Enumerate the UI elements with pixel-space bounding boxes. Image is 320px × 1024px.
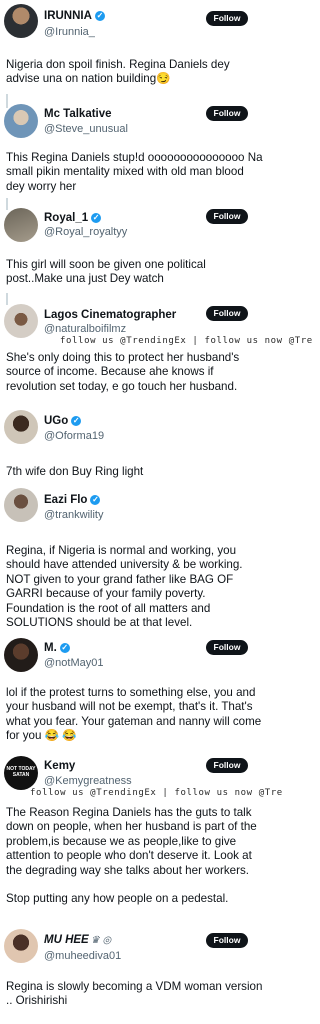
avatar[interactable] (4, 488, 38, 522)
display-name[interactable]: Royal_1 ✓ (44, 212, 102, 224)
handle[interactable]: @Royal_royaltyy (44, 226, 127, 238)
tweet: Eazi Flo ✓ @trankwility Regina, if Nigeri… (0, 486, 270, 634)
avatar-text: NOT TODAY SATAN (6, 766, 36, 778)
display-name[interactable]: MU HEE ♛ ◎ (44, 934, 111, 946)
tweet-text: lol if the protest turns to something el… (6, 686, 262, 743)
tweet: MU HEE ♛ ◎ @muheediva01 Follow Regina is … (0, 927, 270, 1024)
crown-icon: ♛ ◎ (90, 935, 112, 946)
tweet: M. ✓ @notMay01 Follow lol if the protest … (0, 634, 270, 744)
display-name[interactable]: M. ✓ (44, 642, 70, 654)
follow-button[interactable]: Follow (206, 933, 248, 948)
tweet-text: This Regina Daniels stup!d ooooooooooooo… (6, 151, 263, 193)
tweet-text: Regina is slowly becoming a VDM woman ve… (6, 980, 263, 1008)
tweet-text: Nigeria don spoil finish. Regina Daniels… (6, 58, 230, 86)
avatar[interactable] (4, 638, 38, 672)
tweet-text: This girl will soon be given one politic… (6, 258, 206, 286)
tweet-text: She's only doing this to protect her hus… (6, 351, 240, 393)
follow-button[interactable]: Follow (206, 209, 248, 224)
follow-button[interactable]: Follow (206, 11, 248, 26)
avatar[interactable] (4, 929, 38, 963)
handle[interactable]: @trankwility (44, 509, 103, 521)
handle[interactable]: @notMay01 (44, 657, 103, 669)
avatar[interactable] (4, 304, 38, 338)
tweet: Royal_1 ✓ @Royal_royaltyy Follow This gir… (0, 205, 270, 305)
verified-badge-icon: ✓ (71, 416, 82, 426)
watermark: follow us @TrendingEx | follow us now @T… (60, 336, 313, 346)
follow-button[interactable]: Follow (206, 106, 248, 121)
verified-badge-icon: ✓ (59, 643, 70, 653)
tweet: NOT TODAY SATAN Kemy @Kemygreatness Foll… (0, 752, 282, 922)
handle[interactable]: @Kemygreatness (44, 775, 132, 787)
avatar[interactable] (4, 208, 38, 242)
verified-badge-icon: ✓ (90, 495, 101, 505)
display-name[interactable]: Eazi Flo ✓ (44, 494, 101, 506)
display-name[interactable]: Lagos Cinematographer (44, 309, 176, 321)
display-name[interactable]: IRUNNIA ✓ (44, 10, 105, 22)
handle[interactable]: @Steve_unusual (44, 123, 128, 135)
tweet: Mc Talkative @Steve_unusual Follow This … (0, 100, 270, 210)
follow-button[interactable]: Follow (206, 758, 248, 773)
verified-badge-icon: ✓ (91, 213, 102, 223)
handle[interactable]: @Oforma19 (44, 430, 104, 442)
avatar[interactable]: NOT TODAY SATAN (4, 756, 38, 790)
handle[interactable]: @muheediva01 (44, 950, 121, 962)
display-name[interactable]: UGo ✓ (44, 415, 82, 427)
tweet-text: The Reason Regina Daniels has the guts t… (6, 806, 257, 906)
handle[interactable]: @Irunnia_ (44, 26, 95, 38)
verified-badge-icon: ✓ (94, 11, 105, 21)
tweet-text: 7th wife don Buy Ring light (6, 465, 144, 478)
follow-button[interactable]: Follow (206, 306, 248, 321)
tweet: UGo ✓ @Oforma19 7th wife don Buy Ring lig… (0, 408, 270, 486)
avatar[interactable] (4, 4, 38, 38)
tweet: IRUNNIA ✓ @Irunnia_ Follow Nigeria don sp… (0, 0, 270, 108)
display-name[interactable]: Mc Talkative (44, 108, 112, 120)
tweet: Lagos Cinematographer @naturalboifilmz F… (0, 302, 312, 408)
watermark: follow us @TrendingEx | follow us now @T… (30, 788, 283, 798)
follow-button[interactable]: Follow (206, 640, 248, 655)
avatar[interactable] (4, 410, 38, 444)
avatar[interactable] (4, 104, 38, 138)
display-name[interactable]: Kemy (44, 760, 75, 772)
tweet-text: Regina, if Nigeria is normal and working… (6, 544, 243, 630)
handle[interactable]: @naturalboifilmz (44, 323, 126, 335)
